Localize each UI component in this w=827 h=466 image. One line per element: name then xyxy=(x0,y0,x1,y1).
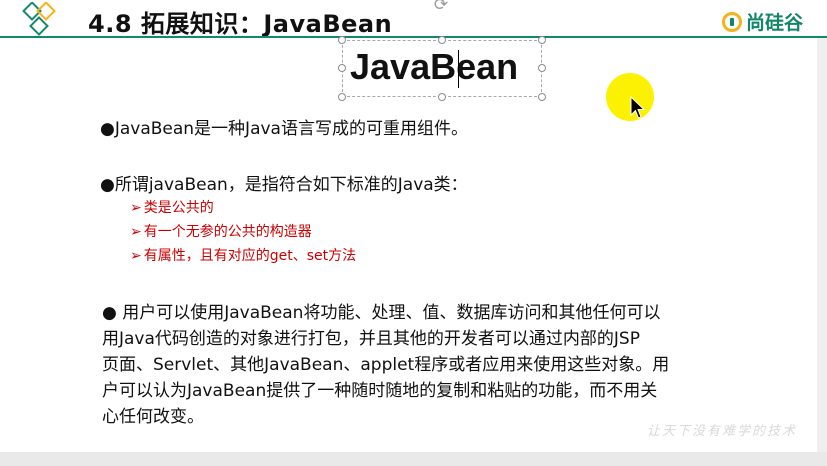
header-divider xyxy=(0,36,827,38)
paragraph-line: 户可以认为JavaBean提供了一种随时随地的复制和粘贴的功能，而不用关 xyxy=(102,381,658,401)
paragraph-line: ● 用户可以使用JavaBean将功能、处理、值、数据库访问和其他任何可以 xyxy=(102,303,661,323)
brand-icon xyxy=(721,11,742,32)
arrow-bullet-icon: ➢ xyxy=(130,200,142,216)
resize-handle-left[interactable] xyxy=(338,64,346,72)
bottom-edge-strip xyxy=(0,452,827,466)
footer-slogan: 让天下没有难学的技术 xyxy=(646,424,797,439)
resize-handle-right[interactable] xyxy=(538,64,546,72)
right-edge-strip xyxy=(817,38,827,466)
rotate-handle-icon[interactable]: ⟳ xyxy=(432,0,450,14)
resize-handle-bottom-right[interactable] xyxy=(538,93,546,101)
diamond-logo-icon xyxy=(22,2,56,36)
resize-handle-bottom[interactable] xyxy=(438,93,446,101)
resize-handle-top-left[interactable] xyxy=(338,36,346,44)
brand-text: 尚硅谷 xyxy=(745,12,803,34)
slide: 4.8 拓展知识：JavaBean 尚硅谷 ⟳ JavaBean ●JavaBe… xyxy=(0,0,827,466)
description-paragraph: ● 用户可以使用JavaBean将功能、处理、值、数据库访问和其他任何可以 用J… xyxy=(102,300,762,430)
resize-handle-top[interactable] xyxy=(438,36,446,44)
arrow-bullet-icon: ➢ xyxy=(130,248,142,264)
sub-item: ➢ 有一个无参的公共的构造器 xyxy=(130,224,312,240)
mouse-pointer-icon xyxy=(630,96,646,119)
resize-handle-top-right[interactable] xyxy=(538,36,546,44)
brand-logo: 尚硅谷 xyxy=(721,8,803,35)
paragraph-line: 用Java代码创造的对象进行打包，并且其他的开发者可以通过内部的JSP xyxy=(102,329,640,349)
sub-item: ➢ 类是公共的 xyxy=(130,200,214,216)
textbox-text[interactable]: JavaBean xyxy=(350,46,518,88)
slide-title: 4.8 拓展知识：JavaBean xyxy=(88,10,393,38)
text-caret xyxy=(458,50,459,88)
resize-handle-bottom-left[interactable] xyxy=(338,93,346,101)
sub-item: ➢ 有属性，且有对应的get、set方法 xyxy=(130,248,357,264)
paragraph-line: 页面、Servlet、其他JavaBean、applet程序或者应用来使用这些对… xyxy=(102,355,670,375)
arrow-bullet-icon: ➢ xyxy=(130,224,142,240)
bullet-1: ●JavaBean是一种Java语言写成的可重用组件。 xyxy=(100,119,468,139)
bullet-2: ●所谓javaBean，是指符合如下标准的Java类： xyxy=(100,175,468,195)
